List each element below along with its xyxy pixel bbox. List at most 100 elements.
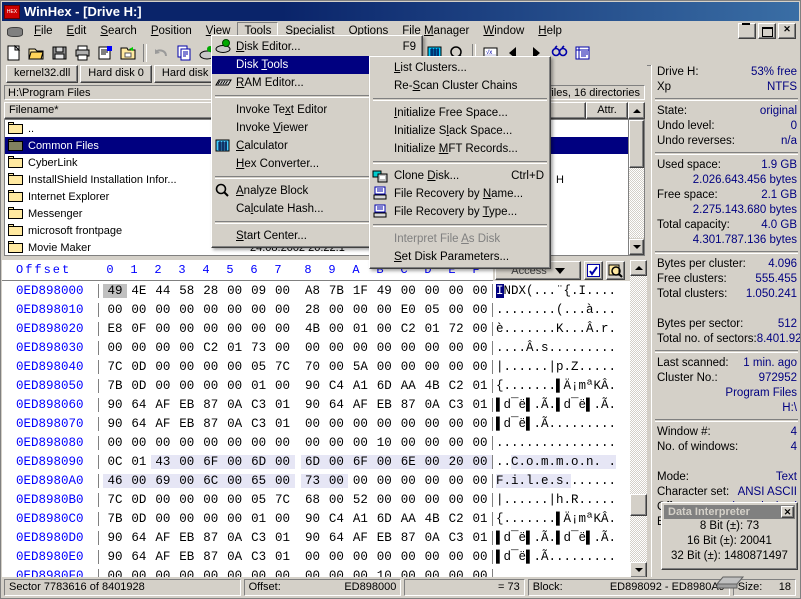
- hex-scroll-up-button[interactable]: [630, 260, 647, 276]
- hex-row[interactable]: 0ED8980609064AFEB870AC3019064AFEB870AC30…: [2, 395, 647, 414]
- hex-byte[interactable]: 90: [301, 512, 325, 526]
- hex-row[interactable]: 0ED8980C07B0D00000000010090C4A16DAA4BC20…: [2, 509, 647, 528]
- hex-byte[interactable]: 1F: [348, 284, 372, 298]
- scroll-down-button[interactable]: [629, 239, 644, 255]
- hex-row-bytes[interactable]: 9064AFEB870AC3019064AFEB870AC301: [98, 531, 492, 545]
- hex-byte[interactable]: 00: [271, 322, 295, 336]
- hex-ascii-highlight[interactable]: C.o.m.m.o.n. .: [511, 455, 616, 469]
- hex-byte[interactable]: 43: [151, 455, 175, 469]
- hex-row-ascii[interactable]: |......|p.Z.....: [492, 360, 642, 374]
- hex-byte[interactable]: 00: [199, 436, 223, 450]
- hex-byte[interactable]: 00: [127, 341, 151, 355]
- hex-byte[interactable]: 00: [420, 360, 444, 374]
- hex-byte[interactable]: EB: [175, 417, 199, 431]
- hex-byte[interactable]: 00: [103, 341, 127, 355]
- hex-byte[interactable]: 87: [396, 398, 420, 412]
- hex-row-ascii[interactable]: ▌d¯ë▌.Ã.▌d¯ë▌.Ã.: [492, 398, 642, 412]
- hex-byte[interactable]: 64: [127, 531, 151, 545]
- document-menu-icon[interactable]: [5, 23, 23, 39]
- menu-edit[interactable]: Edit: [60, 22, 94, 40]
- hex-byte[interactable]: 00: [199, 493, 223, 507]
- hex-byte[interactable]: AF: [151, 398, 175, 412]
- hex-byte[interactable]: 00: [223, 493, 247, 507]
- hex-row-ascii[interactable]: ▌d¯ë▌.Ã.▌d¯ë▌.Ã.: [492, 531, 642, 545]
- hex-byte[interactable]: 00: [420, 493, 444, 507]
- hex-byte[interactable]: 00: [247, 436, 271, 450]
- menu-item-file-recovery-by-type[interactable]: File Recovery by Type...: [370, 203, 550, 221]
- hex-byte[interactable]: 00: [223, 379, 247, 393]
- menu-position[interactable]: Position: [144, 22, 199, 40]
- hex-byte[interactable]: 00: [223, 322, 247, 336]
- menu-item-file-recovery-by-name[interactable]: File Recovery by Name...: [370, 185, 550, 203]
- hex-byte[interactable]: C3: [444, 531, 468, 545]
- hex-byte[interactable]: 00: [372, 360, 396, 374]
- hex-byte[interactable]: 00: [301, 550, 325, 564]
- hex-row[interactable]: 0ED8980507B0D00000000010090C4A16DAA4BC20…: [2, 376, 647, 395]
- hex-byte[interactable]: AF: [348, 398, 372, 412]
- hex-byte[interactable]: EB: [372, 398, 396, 412]
- hex-byte[interactable]: 58: [175, 284, 199, 298]
- hex-byte[interactable]: 00: [372, 474, 396, 488]
- hex-byte[interactable]: 7C: [271, 493, 295, 507]
- hex-byte[interactable]: 28: [301, 303, 325, 317]
- hex-byte[interactable]: 90: [103, 531, 127, 545]
- hex-byte[interactable]: 6F: [348, 455, 372, 469]
- hex-row-bytes[interactable]: 7B0D00000000010090C4A16DAA4BC201: [98, 379, 492, 393]
- hex-byte[interactable]: 90: [301, 379, 325, 393]
- hex-row-ascii[interactable]: ........(...à...: [492, 303, 642, 317]
- hex-byte[interactable]: 7B: [324, 284, 348, 298]
- hex-byte[interactable]: 00: [175, 436, 199, 450]
- menu-item-disk-editor[interactable]: Disk Editor... F9: [212, 38, 422, 56]
- hex-byte[interactable]: 05: [420, 303, 444, 317]
- hex-byte[interactable]: 00: [396, 493, 420, 507]
- hex-byte[interactable]: 00: [175, 360, 199, 374]
- hex-row[interactable]: 0ED898010000000000000000028000000E005000…: [2, 300, 647, 319]
- hex-byte[interactable]: 7C: [103, 493, 127, 507]
- menu-window[interactable]: Window: [476, 22, 531, 40]
- hex-byte[interactable]: 7C: [271, 360, 295, 374]
- hex-row-ascii[interactable]: F.i.l.e.s.......: [492, 474, 642, 488]
- hex-byte[interactable]: 00: [151, 512, 175, 526]
- hex-byte[interactable]: 90: [103, 417, 127, 431]
- hex-byte[interactable]: 0D: [127, 379, 151, 393]
- hex-byte[interactable]: 00: [444, 436, 468, 450]
- hex-byte[interactable]: 00: [396, 284, 420, 298]
- hex-byte[interactable]: 00: [468, 550, 492, 564]
- hex-byte[interactable]: 00: [151, 322, 175, 336]
- hex-byte[interactable]: 0A: [223, 417, 247, 431]
- hex-byte[interactable]: 0A: [223, 550, 247, 564]
- hex-byte[interactable]: 90: [103, 550, 127, 564]
- hex-row-bytes[interactable]: 7C0D00000000057C70005A0000000000: [98, 360, 492, 374]
- hex-byte[interactable]: C2: [444, 379, 468, 393]
- directory-icon[interactable]: [571, 42, 594, 64]
- restore-button[interactable]: [758, 23, 776, 39]
- hex-byte[interactable]: 6D: [372, 379, 396, 393]
- hex-byte[interactable]: 00: [247, 303, 271, 317]
- hex-byte[interactable]: C3: [247, 398, 271, 412]
- hex-row-ascii[interactable]: {.......▌Ä¡mªKÂ.: [492, 379, 642, 393]
- hex-byte[interactable]: 6C: [199, 474, 223, 488]
- close-icon[interactable]: ✕: [781, 506, 794, 518]
- hex-byte[interactable]: 00: [420, 341, 444, 355]
- hex-byte[interactable]: 01: [468, 531, 492, 545]
- hex-row-ascii[interactable]: ................: [492, 436, 642, 450]
- hex-byte[interactable]: 01: [420, 322, 444, 336]
- hex-byte[interactable]: 01: [223, 341, 247, 355]
- hex-byte[interactable]: 00: [175, 474, 199, 488]
- hex-byte[interactable]: 00: [396, 474, 420, 488]
- hex-row[interactable]: 0ED8980800000000000000000000000100000000…: [2, 433, 647, 452]
- hex-byte[interactable]: 64: [324, 531, 348, 545]
- hex-byte[interactable]: 00: [151, 379, 175, 393]
- hex-byte[interactable]: 00: [151, 303, 175, 317]
- hex-byte[interactable]: 00: [151, 493, 175, 507]
- hex-byte[interactable]: 7C: [103, 360, 127, 374]
- hex-byte[interactable]: C3: [247, 550, 271, 564]
- hex-byte[interactable]: 00: [420, 474, 444, 488]
- tab-kernel32[interactable]: kernel32.dll: [6, 65, 78, 83]
- dir-scroll-up-button[interactable]: [628, 102, 645, 119]
- hex-byte[interactable]: 6E: [396, 455, 420, 469]
- hex-byte[interactable]: 00: [324, 417, 348, 431]
- hex-row-bytes[interactable]: 9064AFEB870AC3019064AFEB870AC301: [98, 398, 492, 412]
- hex-byte[interactable]: 01: [348, 322, 372, 336]
- hex-byte[interactable]: 28: [199, 284, 223, 298]
